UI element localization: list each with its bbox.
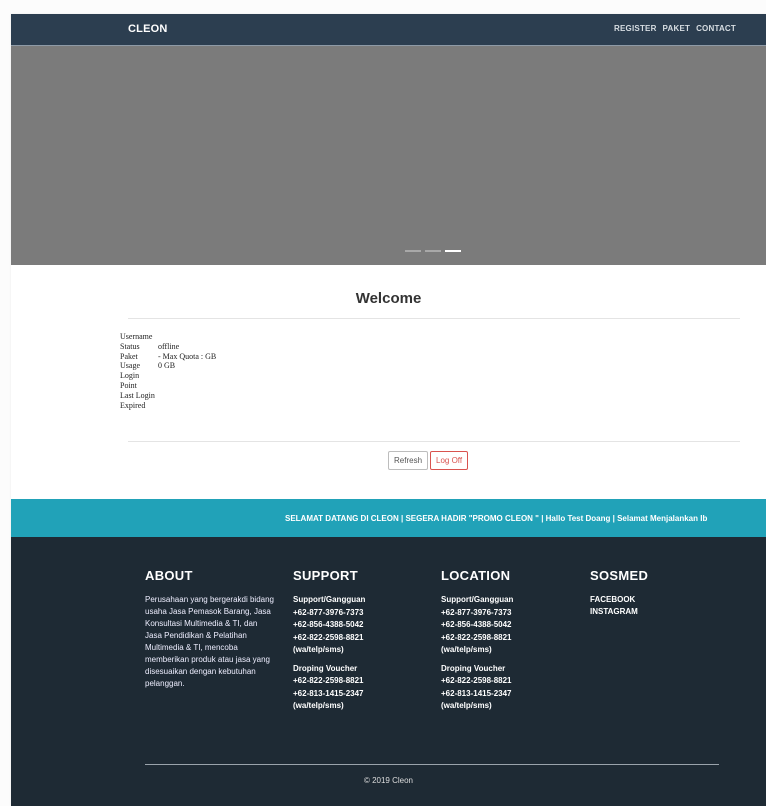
location-text: (wa/telp/sms) — [441, 701, 492, 710]
location-text: (wa/telp/sms) — [441, 645, 492, 654]
support-text: (wa/telp/sms) — [293, 645, 344, 654]
support-phone: +62-877-3976-7373 — [293, 607, 364, 617]
about-heading: ABOUT — [145, 568, 193, 583]
support-text: (wa/telp/sms) — [293, 701, 344, 710]
location-phone: +62-856-4388-5042 — [441, 620, 512, 629]
welcome-heading: Welcome — [355, 290, 422, 307]
announcement-bar: SELAMAT DATANG DI CLEON | SEGERA HADIR "… — [11, 499, 766, 537]
info-row-last-login: Last Login — [120, 391, 216, 401]
session-actions: Refresh Log Off — [388, 451, 469, 470]
footer-about: ABOUT Perusahaan yang bergerakdi bidang … — [145, 568, 275, 690]
info-row-expired: Expired — [120, 401, 216, 411]
info-row-paket: Paket - Max Quota : GB — [120, 352, 216, 362]
support-text: Droping Voucher — [293, 663, 358, 673]
carousel-indicator-2[interactable] — [425, 250, 441, 252]
announcement-text: SELAMAT DATANG DI CLEON | SEGERA HADIR "… — [285, 514, 708, 523]
info-row-username: Username — [120, 332, 216, 342]
browser-page: CLEON REGISTER PAKET CONTACT Welcome Use… — [11, 14, 766, 806]
nav-register[interactable]: REGISTER — [614, 24, 657, 33]
info-row-usage: Usage 0 GB — [120, 361, 216, 371]
top-navbar: CLEON REGISTER PAKET CONTACT — [11, 14, 766, 46]
location-text: Droping Voucher — [441, 663, 506, 673]
info-row-login: Login — [120, 371, 216, 381]
location-text: Support/Gangguan — [441, 595, 514, 604]
logoff-button[interactable]: Log Off — [430, 451, 469, 470]
info-label: Point — [120, 380, 137, 390]
instagram-link[interactable]: INSTAGRAM — [590, 606, 720, 618]
info-label: Expired — [120, 400, 146, 410]
location-heading: LOCATION — [441, 568, 511, 583]
sosmed-heading: SOSMED — [590, 568, 649, 583]
info-label: Login — [120, 371, 140, 381]
support-phone: +62-822-2598-8821 — [293, 632, 364, 642]
location-phone: +62-877-3976-7373 — [441, 607, 512, 617]
support-heading: SUPPORT — [293, 568, 358, 583]
copyright-text: © 2019 Cleon — [363, 776, 414, 785]
info-value: - Max Quota : GB — [158, 351, 217, 361]
divider-top — [128, 318, 740, 319]
footer-sosmed: SOSMED FACEBOOK INSTAGRAM — [590, 568, 720, 618]
support-phone: +62-856-4388-5042 — [293, 620, 364, 629]
hero-carousel[interactable] — [11, 46, 766, 265]
carousel-indicator-3[interactable] — [445, 250, 461, 252]
footer-divider — [145, 764, 719, 765]
support-phone: +62-822-2598-8821 — [293, 676, 364, 685]
location-phone: +62-822-2598-8821 — [441, 632, 512, 642]
info-value: 0 GB — [158, 361, 176, 371]
info-value: offline — [158, 341, 180, 351]
info-label: Usage — [120, 361, 140, 371]
facebook-link[interactable]: FACEBOOK — [590, 594, 720, 606]
nav-contact[interactable]: CONTACT — [696, 24, 736, 33]
info-label: Last Login — [120, 390, 155, 400]
nav-paket[interactable]: PAKET — [663, 24, 691, 33]
about-text: Perusahaan yang bergerakdi bidang usaha … — [145, 595, 274, 688]
site-footer: ABOUT Perusahaan yang bergerakdi bidang … — [11, 537, 766, 806]
refresh-button[interactable]: Refresh — [388, 451, 429, 470]
support-phone: +62-813-1415-2347 — [293, 688, 364, 698]
carousel-indicators — [405, 250, 461, 252]
footer-support: SUPPORT Support/Gangguan +62-877-3976-73… — [293, 568, 423, 713]
info-row-point: Point — [120, 381, 216, 391]
info-row-status: Status offline — [120, 342, 216, 352]
brand-logo[interactable]: CLEON — [128, 23, 168, 35]
carousel-indicator-1[interactable] — [405, 250, 421, 252]
account-info: Username Status offline Paket - Max Quota … — [120, 332, 216, 410]
nav-links: REGISTER PAKET CONTACT — [614, 24, 736, 33]
info-label: Paket — [120, 351, 138, 361]
support-text: Support/Gangguan — [293, 595, 366, 604]
location-phone: +62-822-2598-8821 — [441, 676, 512, 685]
footer-location: LOCATION Support/Gangguan +62-877-3976-7… — [441, 568, 571, 713]
location-phone: +62-813-1415-2347 — [441, 688, 512, 698]
divider-bottom — [128, 441, 740, 442]
info-label: Status — [120, 341, 140, 351]
info-label: Username — [120, 332, 153, 341]
